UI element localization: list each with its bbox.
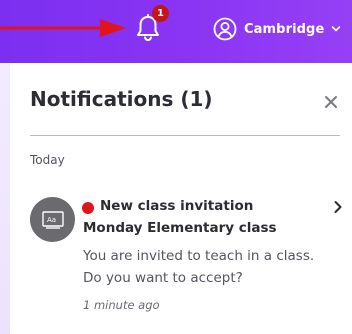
notification-title: New class invitation: [100, 198, 254, 214]
unread-dot: [82, 202, 94, 214]
notification-count-badge: 1: [152, 5, 169, 22]
avatar-text: Aa: [47, 216, 56, 224]
panel-title: Notifications (1): [30, 87, 213, 111]
user-circle-icon: [213, 17, 237, 41]
notification-avatar: Aa: [30, 197, 75, 242]
group-label-today: Today: [30, 153, 65, 167]
notification-item[interactable]: Aa New class invitation Monday Elementar…: [10, 185, 352, 325]
close-icon: [325, 96, 337, 108]
account-name: Cambridge: [244, 21, 325, 37]
notification-class-name: Monday Elementary class: [83, 220, 277, 236]
close-button[interactable]: [320, 91, 342, 113]
app-root: 1 Cambridge Notifications (1) Today Aa N…: [0, 0, 352, 334]
account-menu-button[interactable]: Cambridge: [213, 14, 341, 44]
top-header-bar: 1 Cambridge: [0, 0, 352, 63]
notification-open-arrow[interactable]: [332, 200, 344, 214]
notifications-panel: Notifications (1) Today Aa New class inv…: [10, 63, 352, 334]
notification-message: You are invited to teach in a class. Do …: [83, 248, 315, 286]
chevron-down-icon: [332, 26, 341, 32]
chevron-right-icon: [334, 201, 342, 213]
class-board-icon: Aa: [41, 210, 64, 229]
header-divider: [30, 135, 340, 136]
notification-timestamp: 1 minute ago: [83, 298, 160, 312]
background-strip: [0, 63, 10, 334]
